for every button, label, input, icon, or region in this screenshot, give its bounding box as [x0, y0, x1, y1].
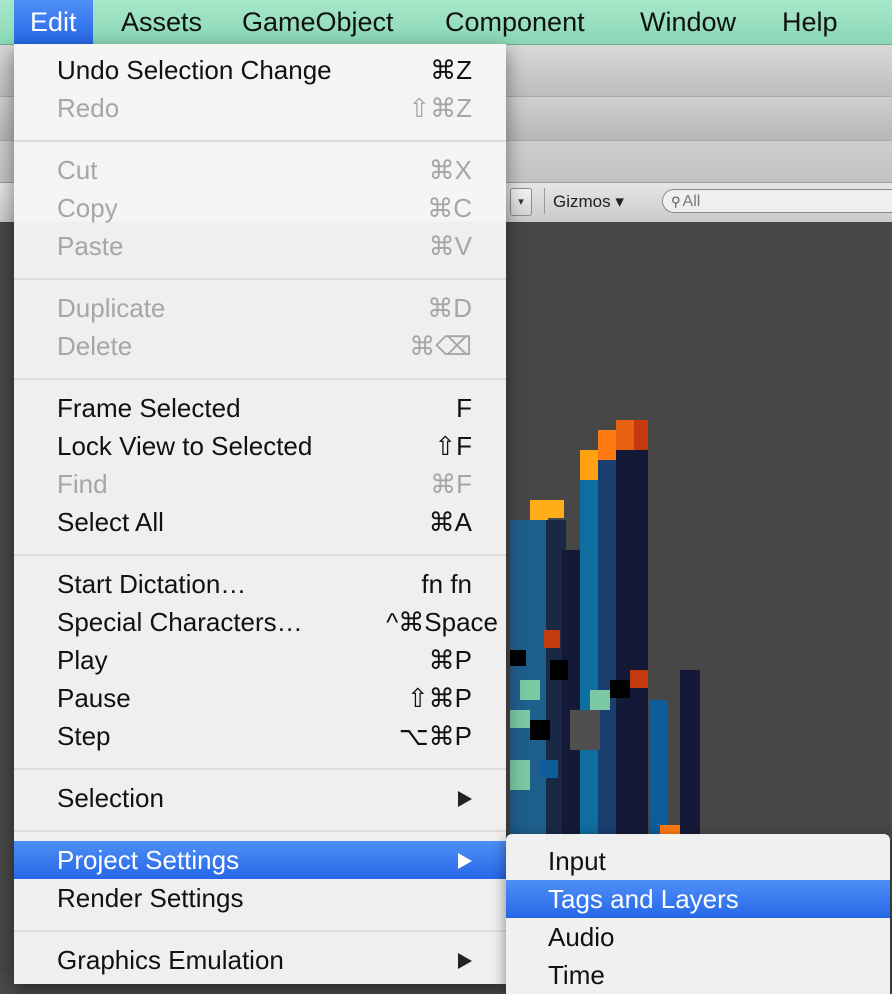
- menu-item-shortcut: ⇧⌘Z: [408, 93, 472, 123]
- menu-item-shortcut: fn fn: [421, 569, 472, 599]
- menu-separator: [14, 278, 506, 280]
- menu-separator: [14, 378, 506, 380]
- menu-item-label: Render Settings: [57, 883, 244, 913]
- menu-item-label: Redo: [57, 93, 120, 123]
- menu-item-label: Lock View to Selected: [57, 431, 313, 461]
- menu-item-shortcut: ⌘V: [428, 231, 472, 261]
- menu-item-label: Delete: [57, 331, 133, 361]
- menu-item-shortcut: ⌘A: [428, 507, 472, 537]
- menu-assets[interactable]: Assets: [105, 0, 218, 44]
- menu-item-start-dictation[interactable]: Start Dictation… fn fn: [14, 565, 506, 603]
- menu-item-render-settings[interactable]: Render Settings: [14, 879, 506, 917]
- menu-item-label: Graphics Emulation: [57, 945, 284, 975]
- submenu-arrow-icon: [458, 853, 472, 869]
- menu-item-undo[interactable]: Undo Selection Change ⌘Z: [14, 51, 506, 89]
- menu-item-special-characters[interactable]: Special Characters… ^⌘Space: [14, 603, 506, 641]
- submenu-item-audio[interactable]: Audio: [506, 918, 890, 956]
- menu-item-project-settings[interactable]: Project Settings: [14, 841, 506, 879]
- menu-item-frame-selected[interactable]: Frame Selected F: [14, 389, 506, 427]
- menu-item-shortcut: ⌘P: [428, 645, 472, 675]
- menu-item-label: Frame Selected: [57, 393, 241, 423]
- menu-item-redo[interactable]: Redo ⇧⌘Z: [14, 89, 506, 127]
- menu-item-select-all[interactable]: Select All ⌘A: [14, 503, 506, 541]
- menu-item-paste[interactable]: Paste ⌘V: [14, 227, 506, 265]
- menu-item-label: Pause: [57, 683, 131, 713]
- menu-item-label: Find: [57, 469, 108, 499]
- menu-item-label: Paste: [57, 231, 124, 261]
- menu-item-label: Copy: [57, 193, 118, 223]
- menu-item-delete[interactable]: Delete ⌘⌫: [14, 327, 506, 365]
- menu-item-shortcut: ⌥⌘P: [398, 721, 472, 751]
- edit-menu-dropdown: Undo Selection Change ⌘Z Redo ⇧⌘Z Cut ⌘X…: [14, 44, 506, 984]
- menu-item-cut[interactable]: Cut ⌘X: [14, 151, 506, 189]
- menu-item-label: Select All: [57, 507, 164, 537]
- menu-item-shortcut: ⇧F: [434, 431, 472, 461]
- scene-pixel-art: [510, 420, 700, 840]
- submenu-item-label: Tags and Layers: [548, 884, 739, 914]
- search-icon: ⚲: [671, 194, 681, 209]
- menu-edit[interactable]: Edit: [14, 0, 93, 44]
- menu-item-label: Play: [57, 645, 108, 675]
- menu-item-label: Step: [57, 721, 111, 751]
- dropdown-arrow-icon[interactable]: ▾: [510, 188, 532, 216]
- menu-separator: [14, 930, 506, 932]
- menu-help[interactable]: Help: [766, 0, 854, 44]
- menu-item-lock-view[interactable]: Lock View to Selected ⇧F: [14, 427, 506, 465]
- menu-item-label: Start Dictation…: [57, 569, 247, 599]
- menu-item-duplicate[interactable]: Duplicate ⌘D: [14, 289, 506, 327]
- submenu-item-input[interactable]: Input: [506, 842, 890, 880]
- menu-item-shortcut: ⌘F: [430, 469, 472, 499]
- menu-item-pause[interactable]: Pause ⇧⌘P: [14, 679, 506, 717]
- submenu-item-label: Audio: [548, 922, 615, 952]
- menu-item-step[interactable]: Step ⌥⌘P: [14, 717, 506, 755]
- menu-item-graphics-emulation[interactable]: Graphics Emulation: [14, 941, 506, 979]
- gizmos-dropdown[interactable]: Gizmos ▾: [544, 188, 632, 214]
- submenu-arrow-icon: [458, 791, 472, 807]
- menu-item-label: Selection: [57, 783, 164, 813]
- menu-separator: [14, 830, 506, 832]
- menu-item-shortcut: ^⌘Space: [386, 607, 498, 637]
- scene-search-field[interactable]: ⚲ All: [662, 189, 892, 213]
- menu-item-play[interactable]: Play ⌘P: [14, 641, 506, 679]
- menu-separator: [14, 768, 506, 770]
- menu-item-label: Cut: [57, 155, 98, 185]
- search-placeholder: All: [682, 193, 701, 210]
- menu-item-label: Duplicate: [57, 293, 166, 323]
- menu-item-shortcut: ⌘Z: [430, 55, 472, 85]
- menu-item-copy[interactable]: Copy ⌘C: [14, 189, 506, 227]
- menu-item-shortcut: ⌘D: [427, 293, 472, 323]
- menu-bar: Edit Assets GameObject Component Window …: [0, 0, 892, 45]
- menu-item-shortcut: ⌘⌫: [409, 331, 472, 361]
- submenu-item-label: Time: [548, 960, 605, 990]
- menu-item-label: Project Settings: [57, 845, 240, 875]
- menu-component[interactable]: Component: [429, 0, 601, 44]
- menu-item-label: Undo Selection Change: [57, 55, 332, 85]
- menu-item-find[interactable]: Find ⌘F: [14, 465, 506, 503]
- submenu-item-time[interactable]: Time: [506, 956, 890, 994]
- submenu-arrow-icon: [458, 953, 472, 969]
- menu-item-shortcut: ⇧⌘P: [406, 683, 472, 713]
- menu-window[interactable]: Window: [624, 0, 752, 44]
- menu-separator: [14, 554, 506, 556]
- menu-item-shortcut: ⌘C: [427, 193, 472, 223]
- submenu-item-tags-and-layers[interactable]: Tags and Layers: [506, 880, 890, 918]
- menu-gameobject[interactable]: GameObject: [226, 0, 410, 44]
- menu-separator: [14, 140, 506, 142]
- menu-item-selection[interactable]: Selection: [14, 779, 506, 817]
- submenu-item-label: Input: [548, 846, 606, 876]
- project-settings-submenu: Input Tags and Layers Audio Time: [506, 834, 890, 994]
- menu-item-label: Special Characters…: [57, 607, 303, 637]
- menu-item-shortcut: F: [456, 393, 472, 423]
- menu-item-shortcut: ⌘X: [428, 155, 472, 185]
